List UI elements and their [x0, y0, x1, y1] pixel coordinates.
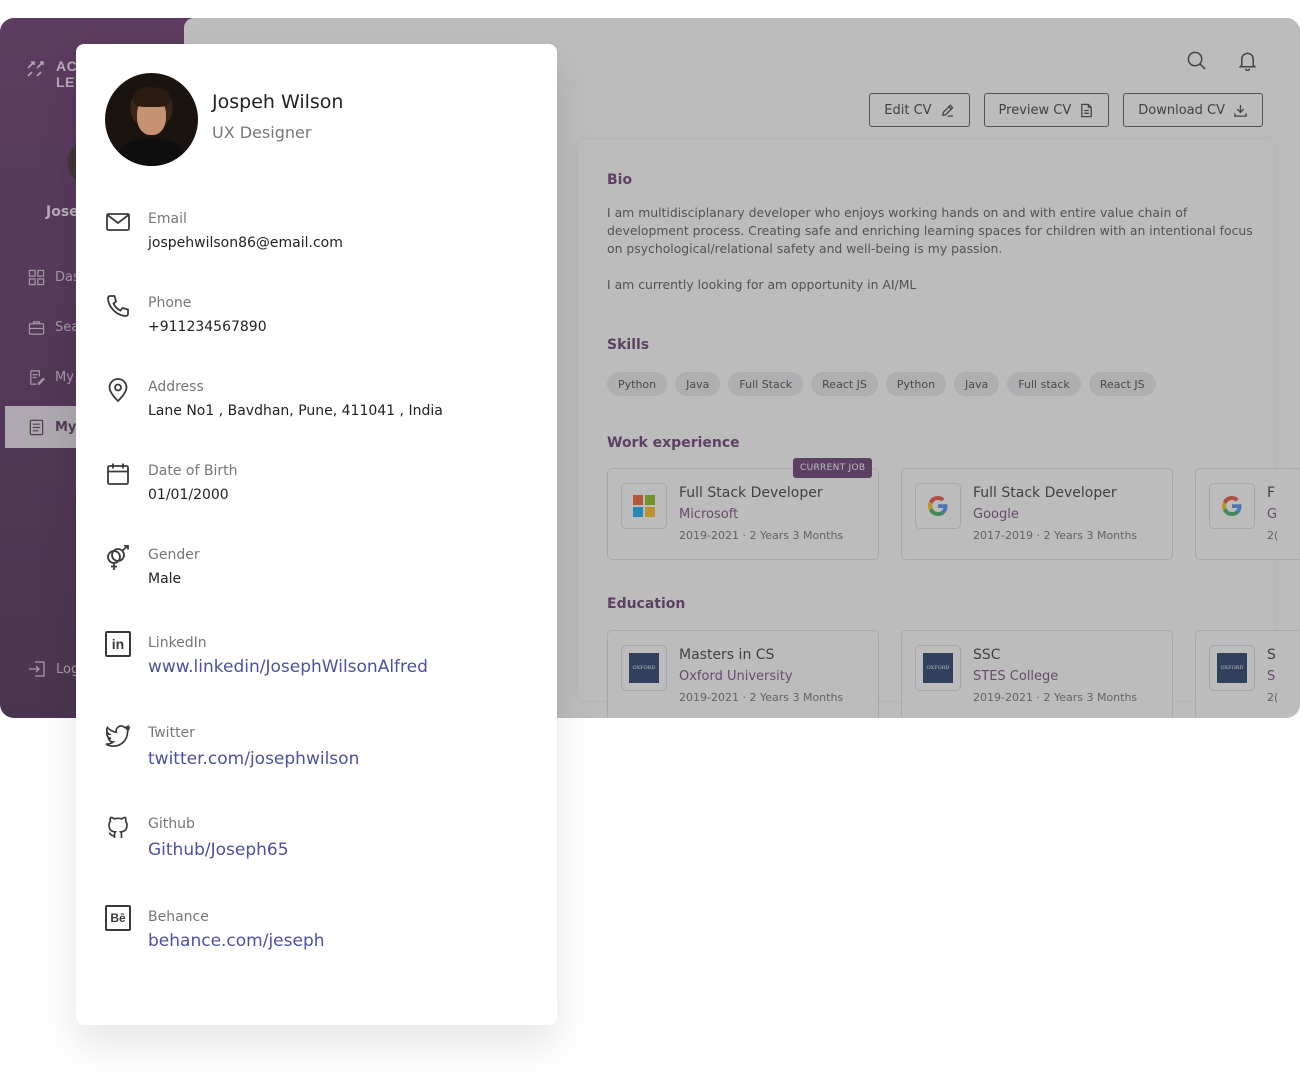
profile-name: Jospeh Wilson [212, 91, 344, 113]
gender-icon [104, 544, 132, 572]
profile-card: Jospeh Wilson UX Designer Email jospehwi… [76, 44, 557, 1025]
address-label: Address [148, 379, 204, 395]
twitter-link[interactable]: twitter.com/josephwilson [148, 749, 359, 769]
behance-link[interactable]: behance.com/jeseph [148, 931, 325, 951]
github-link[interactable]: Github/Joseph65 [148, 840, 289, 860]
twitter-icon [104, 722, 132, 750]
gender-value: Male [148, 571, 182, 587]
behance-label: Behance [148, 909, 209, 925]
dob-label: Date of Birth [148, 463, 238, 479]
location-pin-icon [104, 376, 132, 404]
behance-icon: Bē [105, 905, 131, 931]
dob-value: 01/01/2000 [148, 487, 229, 503]
calendar-icon [104, 460, 132, 488]
linkedin-label: LinkedIn [148, 635, 207, 651]
phone-icon [104, 292, 132, 320]
twitter-label: Twitter [148, 725, 195, 741]
gender-label: Gender [148, 547, 200, 563]
address-value: Lane No1 , Bavdhan, Pune, 411041 , India [148, 403, 443, 419]
profile-role: UX Designer [212, 123, 312, 142]
github-label: Github [148, 816, 195, 832]
linkedin-link[interactable]: www.linkedin/JosephWilsonAlfred [148, 657, 428, 677]
phone-label: Phone [148, 295, 192, 311]
email-value: jospehwilson86@email.com [148, 235, 343, 251]
phone-value: +911234567890 [148, 319, 267, 335]
email-label: Email [148, 211, 187, 227]
mail-icon [104, 208, 132, 236]
avatar [105, 73, 198, 166]
github-icon [104, 813, 132, 841]
linkedin-icon: in [105, 631, 131, 657]
